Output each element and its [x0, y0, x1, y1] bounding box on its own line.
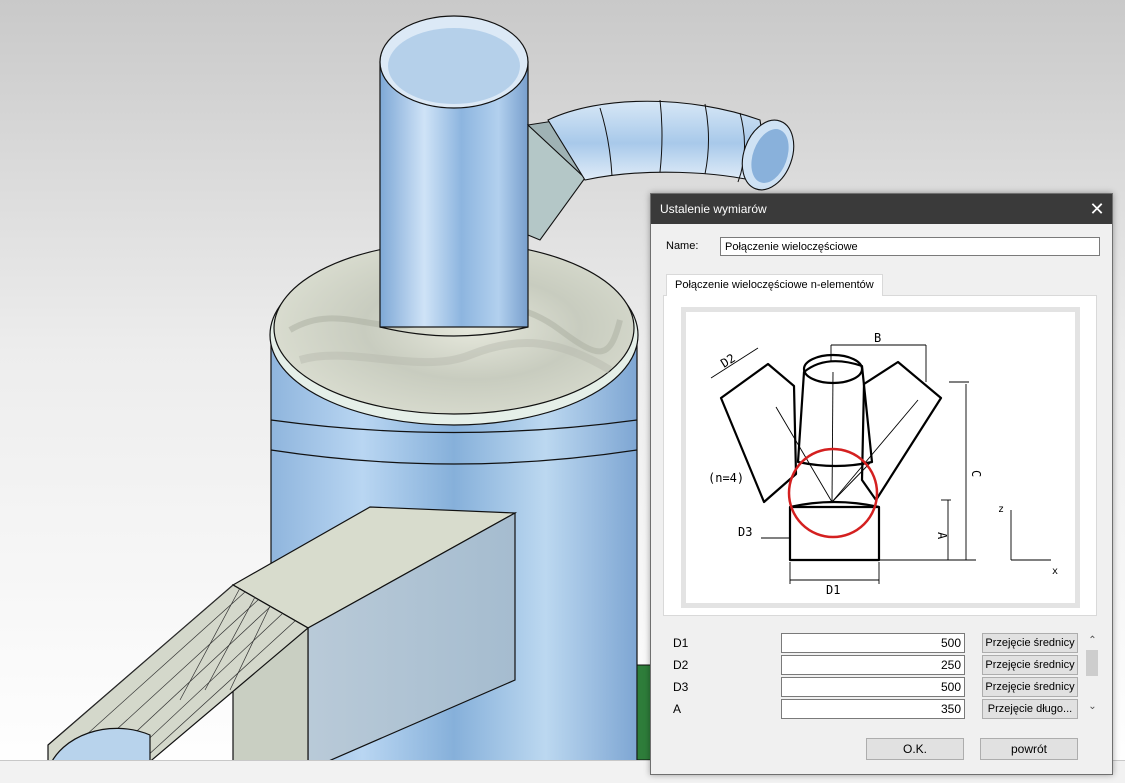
name-label: Name:: [666, 240, 699, 252]
param-input-d3[interactable]: [781, 677, 965, 697]
name-input[interactable]: [720, 237, 1100, 256]
param-label: D1: [673, 636, 689, 650]
param-input-a[interactable]: [781, 699, 965, 719]
chevron-up-icon[interactable]: ⌃: [1084, 634, 1101, 648]
tab-panel: D2 B C (n=4) D3 A D1 z x: [663, 295, 1097, 616]
back-button[interactable]: powrót: [980, 738, 1078, 760]
tab-multi-part-connection[interactable]: Połączenie wieloczęściowe n-elementów: [666, 274, 883, 296]
param-label: D2: [673, 658, 689, 672]
param-row-d2: D2 Przejęcie średnicy: [673, 655, 1103, 677]
param-label: A: [673, 702, 682, 716]
label-d3: D3: [738, 525, 752, 539]
chevron-down-icon[interactable]: ⌄: [1084, 700, 1101, 714]
param-input-d2[interactable]: [781, 655, 965, 675]
label-a: A: [935, 532, 949, 540]
param-label: D3: [673, 680, 689, 694]
label-n: (n=4): [708, 471, 744, 485]
dimension-diagram: D2 B C (n=4) D3 A D1 z x: [681, 307, 1080, 608]
highlight-circle: [787, 447, 879, 539]
ok-button[interactable]: O.K.: [866, 738, 964, 760]
param-row-a: A Przejęcie długo...: [673, 699, 1103, 721]
param-input-d1[interactable]: [781, 633, 965, 653]
scrollbar-thumb[interactable]: [1086, 650, 1098, 676]
label-d1: D1: [826, 583, 840, 597]
take-diameter-button-d1[interactable]: Przejęcie średnicy: [982, 633, 1078, 653]
label-c: C: [969, 470, 983, 477]
dimension-dialog: Ustalenie wymiarów ✕ Name: Połączenie wi…: [650, 193, 1113, 775]
label-b: B: [874, 331, 881, 345]
take-diameter-button-d3[interactable]: Przejęcie średnicy: [982, 677, 1078, 697]
take-diameter-button-d2[interactable]: Przejęcie średnicy: [982, 655, 1078, 675]
dialog-titlebar[interactable]: Ustalenie wymiarów ✕: [651, 194, 1112, 224]
diagram-drawing: D2 B C (n=4) D3 A D1 z x: [708, 331, 1058, 597]
dialog-title: Ustalenie wymiarów: [660, 202, 767, 216]
param-row-d3: D3 Przejęcie średnicy: [673, 677, 1103, 699]
label-x: x: [1052, 566, 1058, 577]
close-icon[interactable]: ✕: [1082, 194, 1112, 224]
label-d2: D2: [718, 351, 738, 371]
base-outline: [788, 505, 881, 562]
take-length-button-a[interactable]: Przejęcie długo...: [982, 699, 1078, 719]
label-z: z: [998, 504, 1004, 515]
param-row-d1: D1 Przejęcie średnicy: [673, 633, 1103, 655]
params-scrollbar[interactable]: ⌃ ⌄: [1084, 634, 1101, 714]
